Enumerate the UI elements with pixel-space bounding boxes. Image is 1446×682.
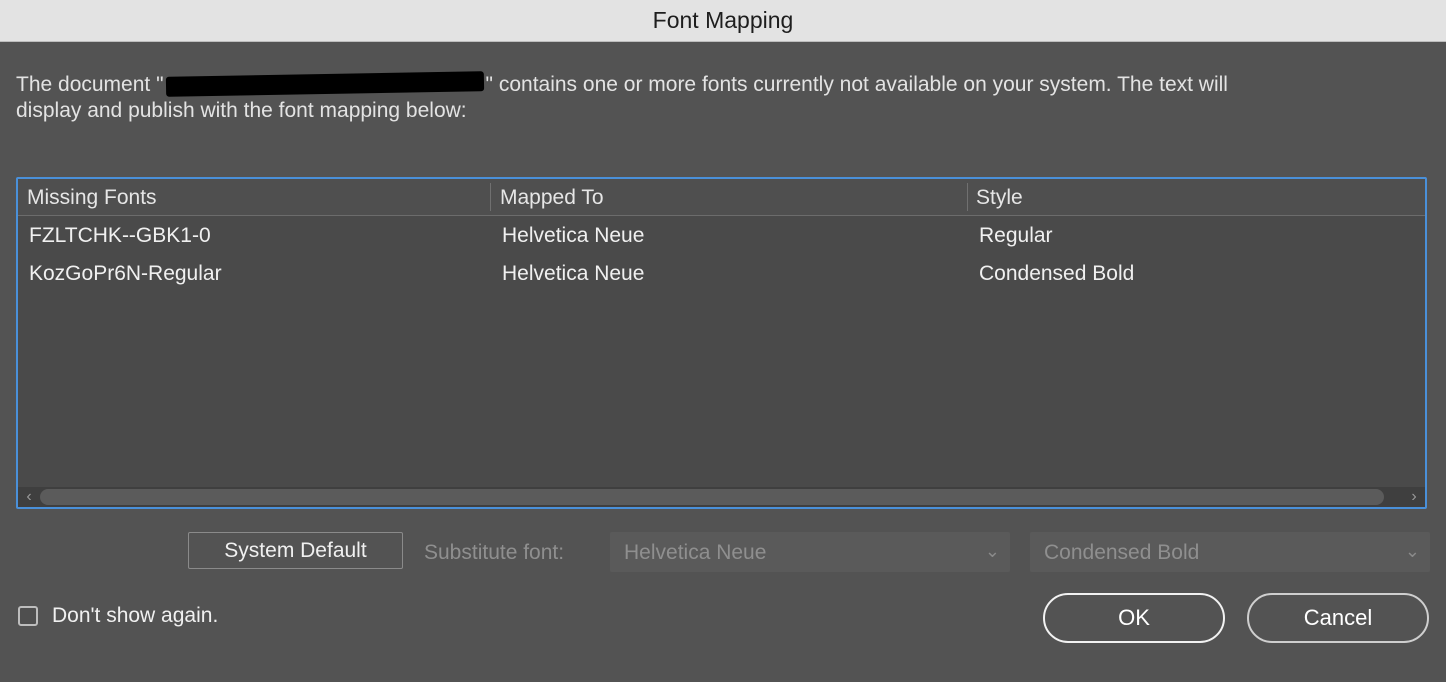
- dont-show-again-option[interactable]: Don't show again.: [18, 604, 218, 628]
- cell-missing-font: FZLTCHK--GBK1-0: [29, 224, 211, 247]
- dont-show-again-checkbox[interactable]: [18, 606, 38, 626]
- chevron-down-icon: ⌄: [984, 541, 1000, 561]
- scrollbar-thumb[interactable]: [40, 489, 1384, 505]
- cell-style: Condensed Bold: [979, 262, 1135, 285]
- header-style[interactable]: Style: [976, 179, 1023, 215]
- substitute-font-value: Helvetica Neue: [624, 541, 767, 564]
- cancel-button[interactable]: Cancel: [1247, 593, 1429, 643]
- cell-missing-font: KozGoPr6N-Regular: [29, 262, 222, 285]
- title-bar: Font Mapping: [0, 0, 1446, 42]
- scroll-right-icon[interactable]: ›: [1405, 487, 1423, 507]
- message-prefix: The document ": [16, 73, 164, 96]
- scroll-left-icon[interactable]: ‹: [20, 487, 38, 507]
- table-header: Missing Fonts Mapped To Style: [18, 179, 1425, 216]
- info-message: The document " " contains one or more fon…: [16, 71, 1416, 124]
- window-title: Font Mapping: [652, 7, 794, 33]
- system-default-button[interactable]: System Default: [188, 532, 403, 569]
- message-line-2: display and publish with the font mappin…: [16, 99, 467, 122]
- ok-button[interactable]: OK: [1043, 593, 1225, 643]
- table-row[interactable]: FZLTCHK--GBK1-0 Helvetica Neue Regular: [18, 217, 1425, 255]
- substitute-style-value: Condensed Bold: [1044, 541, 1200, 564]
- header-mapped-to[interactable]: Mapped To: [500, 179, 604, 215]
- table-row[interactable]: KozGoPr6N-Regular Helvetica Neue Condens…: [18, 255, 1425, 293]
- column-separator[interactable]: [490, 183, 491, 211]
- font-mapping-table[interactable]: Missing Fonts Mapped To Style FZLTCHK--G…: [16, 177, 1427, 509]
- cell-mapped-to: Helvetica Neue: [502, 224, 645, 247]
- cell-mapped-to: Helvetica Neue: [502, 262, 645, 285]
- header-missing-fonts[interactable]: Missing Fonts: [27, 179, 157, 215]
- substitute-font-label: Substitute font:: [424, 541, 565, 564]
- message-suffix: " contains one or more fonts currently n…: [485, 73, 1228, 96]
- substitute-style-select[interactable]: Condensed Bold ⌄: [1030, 532, 1430, 572]
- horizontal-scrollbar[interactable]: ‹ ›: [18, 487, 1425, 507]
- substitute-font-select[interactable]: Helvetica Neue ⌄: [610, 532, 1010, 572]
- dont-show-again-label[interactable]: Don't show again.: [52, 604, 218, 628]
- redacted-document-name: [165, 71, 484, 97]
- chevron-down-icon: ⌄: [1404, 541, 1420, 561]
- column-separator[interactable]: [967, 183, 968, 211]
- cell-style: Regular: [979, 224, 1053, 247]
